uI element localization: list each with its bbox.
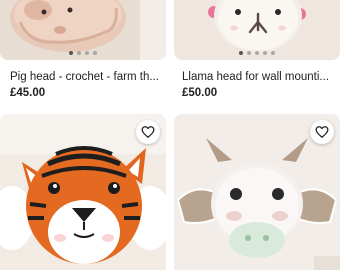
- listing-card-tiger[interactable]: [0, 114, 166, 270]
- carousel-dot[interactable]: [271, 51, 275, 55]
- carousel-dot[interactable]: [77, 51, 81, 55]
- listing-title[interactable]: Pig head - crochet - farm th...: [0, 70, 166, 84]
- heart-outline-icon: [141, 126, 155, 138]
- listing-price: £50.00: [182, 87, 218, 99]
- carousel-dot[interactable]: [255, 51, 259, 55]
- carousel-dot[interactable]: [69, 51, 73, 55]
- carousel-dots[interactable]: [174, 51, 340, 55]
- carousel-dot[interactable]: [263, 51, 267, 55]
- listing-title[interactable]: Llama head for wall mounti...: [174, 70, 340, 84]
- favorite-button[interactable]: [310, 120, 334, 144]
- listing-card-dragon[interactable]: [174, 114, 340, 270]
- listing-grid: Pig head - crochet - farm th... £45.00 L…: [0, 0, 340, 270]
- favorite-button[interactable]: [136, 120, 160, 144]
- heart-outline-icon: [315, 126, 329, 138]
- listing-card-llama[interactable]: Llama head for wall mounti... £50.00: [174, 0, 340, 100]
- pig-head-photo[interactable]: [0, 0, 166, 60]
- carousel-dots[interactable]: [0, 51, 166, 55]
- listing-price: £45.00: [10, 87, 46, 99]
- llama-head-photo[interactable]: [174, 0, 340, 60]
- carousel-dot[interactable]: [239, 51, 243, 55]
- listing-card-pig[interactable]: Pig head - crochet - farm th... £45.00: [0, 0, 166, 100]
- carousel-dot[interactable]: [85, 51, 89, 55]
- carousel-dot[interactable]: [93, 51, 97, 55]
- carousel-dot[interactable]: [247, 51, 251, 55]
